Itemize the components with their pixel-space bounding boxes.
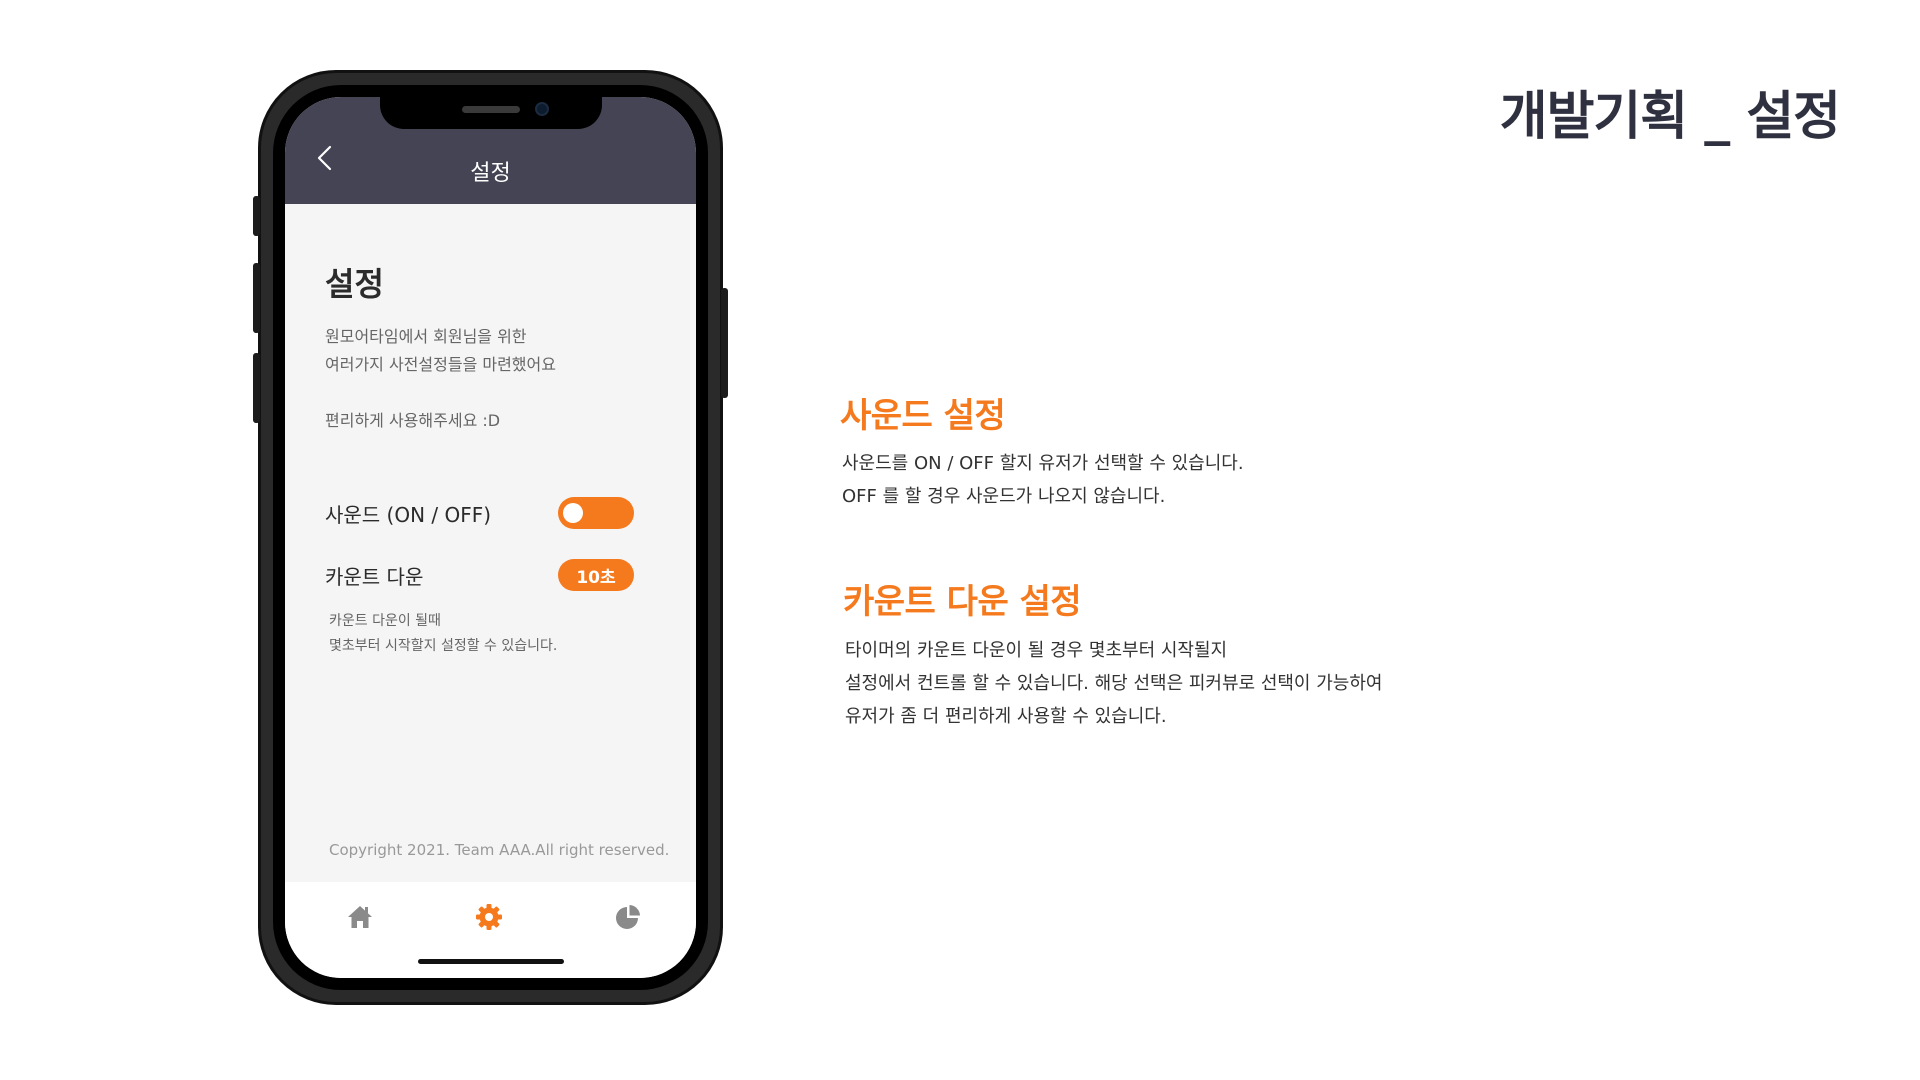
settings-heading: 설정: [325, 265, 384, 303]
countdown-description: 카운트 다운이 될때 몇초부터 시작할지 설정할 수 있습니다.: [329, 609, 557, 659]
copyright-text: Copyright 2021. Team AAA.All right reser…: [329, 841, 670, 859]
phone-volume-down: [253, 353, 260, 423]
pie-chart-icon: [616, 905, 640, 929]
tab-home[interactable]: [345, 902, 375, 932]
phone-power-button: [721, 288, 728, 398]
countdown-section-description: 타이머의 카운트 다운이 될 경우 몇초부터 시작될지 설정에서 컨트롤 할 수…: [845, 634, 1382, 733]
sound-setting-row: 사운드 (ON / OFF): [325, 495, 634, 531]
countdown-section-line-1: 타이머의 카운트 다운이 될 경우 몇초부터 시작될지: [845, 640, 1228, 661]
intro-line-1: 원모어타임에서 회원님을 위한: [325, 327, 527, 346]
intro-line-2: 여러가지 사전설정들을 마련했어요: [325, 355, 556, 374]
home-indicator: [417, 959, 564, 964]
countdown-value-button[interactable]: 10초: [558, 559, 634, 591]
phone-volume-up: [253, 263, 260, 333]
gear-icon: [476, 904, 502, 930]
speaker-grille: [461, 106, 520, 113]
toggle-knob: [563, 503, 583, 523]
countdown-section-title: 카운트 다운 설정: [843, 582, 1082, 622]
countdown-setting-row: 카운트 다운 10초: [325, 557, 634, 593]
phone-bezel: 설정 설정 원모어타임에서 회원님을 위한 여러가지 사전설정들을 마련했어요 …: [273, 85, 708, 990]
sound-desc-line-1: 사운드를 ON / OFF 할지 유저가 선택할 수 있습니다.: [842, 453, 1244, 474]
sound-desc-line-2: OFF 를 할 경우 사운드가 나오지 않습니다.: [842, 486, 1166, 507]
countdown-desc-line-1: 카운트 다운이 될때: [329, 613, 441, 629]
settings-intro: 설정 원모어타임에서 회원님을 위한 여러가지 사전설정들을 마련했어요 편리하…: [325, 259, 656, 435]
countdown-section-line-3: 유저가 좀 더 편리하게 사용할 수 있습니다.: [845, 706, 1167, 727]
phone-notch: [379, 97, 602, 129]
intro-line-3: 편리하게 사용해주세요 :D: [325, 411, 501, 430]
countdown-desc-line-2: 몇초부터 시작할지 설정할 수 있습니다.: [329, 638, 558, 654]
phone-mute-switch: [253, 196, 260, 236]
tab-stats[interactable]: [613, 902, 643, 932]
sound-toggle[interactable]: [558, 497, 634, 529]
page-title: 개발기획 _ 설정: [1499, 87, 1841, 147]
sound-section-description: 사운드를 ON / OFF 할지 유저가 선택할 수 있습니다. OFF 를 할…: [842, 447, 1244, 513]
countdown-label: 카운트 다운: [325, 564, 424, 589]
sound-label: 사운드 (ON / OFF): [325, 502, 492, 527]
sound-section-title: 사운드 설정: [840, 396, 1006, 436]
home-icon: [348, 906, 372, 928]
camera-icon: [534, 102, 549, 116]
tab-settings[interactable]: [474, 902, 504, 932]
header-title: 설정: [470, 161, 511, 186]
countdown-section-line-2: 설정에서 컨트롤 할 수 있습니다. 해당 선택은 피커뷰로 선택이 가능하여: [845, 673, 1383, 694]
phone-mockup: 설정 설정 원모어타임에서 회원님을 위한 여러가지 사전설정들을 마련했어요 …: [253, 70, 728, 1005]
tab-bar: [285, 882, 696, 978]
phone-screen: 설정 설정 원모어타임에서 회원님을 위한 여러가지 사전설정들을 마련했어요 …: [285, 97, 696, 978]
